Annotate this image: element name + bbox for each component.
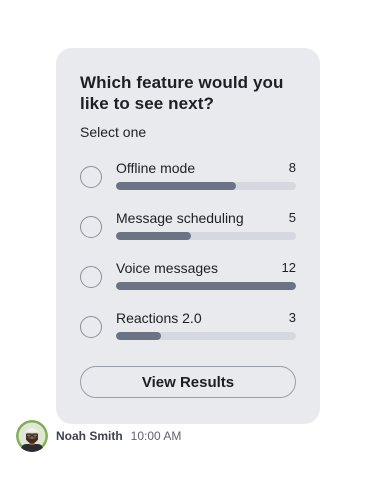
vote-count: 5 — [288, 210, 296, 225]
sender-name[interactable]: Noah Smith — [56, 429, 123, 443]
chat-message: Which feature would you like to see next… — [0, 0, 375, 500]
poll-option-reactions-2[interactable]: Reactions 2.0 3 — [80, 310, 296, 360]
poll-options: Offline mode 8 Message scheduling 5 Voic… — [80, 160, 296, 360]
vote-bar-fill — [116, 232, 192, 240]
poll-option-offline-mode[interactable]: Offline mode 8 — [80, 160, 296, 210]
poll-question: Which feature would you like to see next… — [80, 73, 284, 113]
vote-bar-fill — [116, 332, 161, 340]
vote-bar-track — [116, 182, 296, 190]
radio-button[interactable] — [80, 216, 102, 238]
option-label: Reactions 2.0 — [116, 310, 202, 326]
vote-bar-track — [116, 332, 296, 340]
vote-count: 3 — [288, 310, 296, 325]
vote-bar-fill — [116, 182, 237, 190]
vote-bar-fill — [116, 282, 296, 290]
radio-button[interactable] — [80, 266, 102, 288]
poll-card: Which feature would you like to see next… — [56, 48, 320, 424]
vote-bar-track — [116, 232, 296, 240]
message-timestamp: 10:00 AM — [130, 429, 182, 443]
vote-count: 12 — [281, 260, 296, 275]
option-label: Voice messages — [116, 260, 218, 276]
view-results-button[interactable]: View Results — [80, 366, 296, 398]
user-avatar-icon[interactable] — [16, 420, 48, 452]
vote-count: 8 — [288, 160, 296, 175]
poll-option-voice-messages[interactable]: Voice messages 12 — [80, 260, 296, 310]
poll-instruction: Select one — [80, 124, 147, 140]
option-label: Message scheduling — [116, 210, 244, 226]
vote-bar-track — [116, 282, 296, 290]
avatar-illustration — [16, 420, 48, 452]
radio-button[interactable] — [80, 316, 102, 338]
radio-button[interactable] — [80, 166, 102, 188]
message-meta: Noah Smith 10:00 AM — [16, 420, 181, 452]
poll-option-message-scheduling[interactable]: Message scheduling 5 — [80, 210, 296, 260]
option-label: Offline mode — [116, 160, 196, 176]
